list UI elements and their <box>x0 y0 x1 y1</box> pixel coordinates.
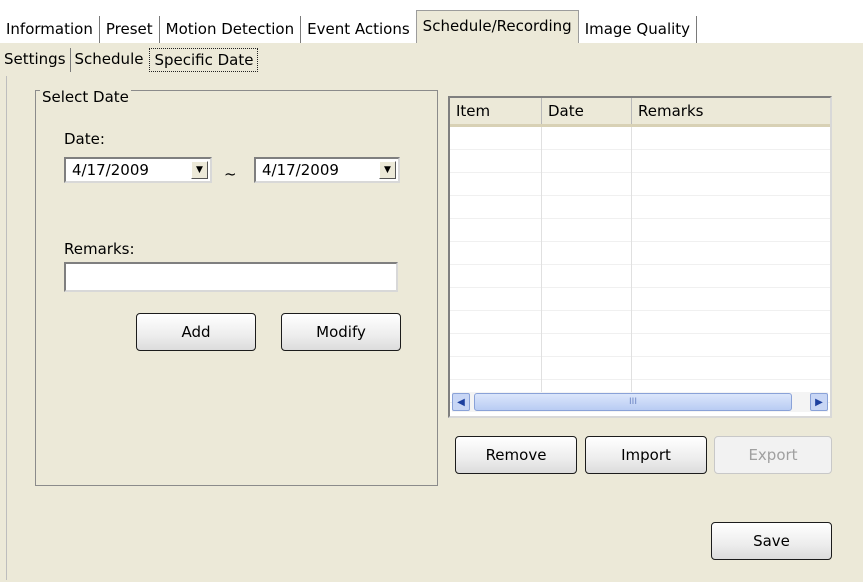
table-row[interactable] <box>450 265 830 288</box>
date-from-value: 4/17/2009 <box>72 161 149 179</box>
table-cell <box>542 357 632 380</box>
sub-tab-bar: Settings Schedule Specific Date <box>0 46 259 74</box>
subtab-specific-date[interactable]: Specific Date <box>149 48 259 72</box>
column-header-item[interactable]: Item <box>450 98 542 124</box>
table-cell <box>632 334 830 357</box>
table-cell <box>450 150 542 173</box>
import-button[interactable]: Import <box>585 436 707 474</box>
table-cell <box>542 173 632 196</box>
table-cell <box>632 127 830 150</box>
remarks-label: Remarks: <box>64 240 135 258</box>
add-button[interactable]: Add <box>136 313 256 351</box>
column-header-date[interactable]: Date <box>542 98 632 124</box>
specific-date-table[interactable]: Item Date Remarks ◀ III ▶ <box>448 96 832 418</box>
date-to-select[interactable]: 4/17/2009 ▼ <box>254 157 400 183</box>
table-row[interactable] <box>450 288 830 311</box>
date-range-separator: ~ <box>224 165 237 183</box>
table-cell <box>450 334 542 357</box>
table-cell <box>542 311 632 334</box>
table-row[interactable] <box>450 357 830 380</box>
table-row[interactable] <box>450 150 830 173</box>
table-cell <box>632 265 830 288</box>
chevron-down-icon[interactable]: ▼ <box>379 161 396 179</box>
table-cell <box>542 242 632 265</box>
horizontal-scrollbar[interactable]: ◀ III ▶ <box>452 392 828 412</box>
table-cell <box>450 242 542 265</box>
date-label: Date: <box>64 130 105 148</box>
table-cell <box>450 288 542 311</box>
modify-button[interactable]: Modify <box>281 313 401 351</box>
select-date-legend: Select Date <box>40 88 131 106</box>
tab-preset[interactable]: Preset <box>100 16 160 44</box>
table-cell <box>450 196 542 219</box>
tab-image-quality[interactable]: Image Quality <box>579 16 698 44</box>
table-cell <box>542 288 632 311</box>
table-row[interactable] <box>450 196 830 219</box>
table-row[interactable] <box>450 127 830 150</box>
date-from-select[interactable]: 4/17/2009 ▼ <box>64 157 212 183</box>
table-body <box>450 127 830 403</box>
table-cell <box>450 311 542 334</box>
scroll-left-icon[interactable]: ◀ <box>452 393 470 411</box>
panel-border <box>6 76 7 580</box>
scroll-right-icon[interactable]: ▶ <box>810 393 828 411</box>
table-cell <box>632 242 830 265</box>
table-row[interactable] <box>450 311 830 334</box>
table-cell <box>632 311 830 334</box>
table-cell <box>632 357 830 380</box>
save-button[interactable]: Save <box>711 522 832 560</box>
table-cell <box>632 196 830 219</box>
table-cell <box>542 334 632 357</box>
main-tab-bar: Information Preset Motion Detection Even… <box>0 10 698 44</box>
tab-motion-detection[interactable]: Motion Detection <box>160 16 302 44</box>
table-cell <box>632 219 830 242</box>
table-cell <box>632 150 830 173</box>
table-row[interactable] <box>450 242 830 265</box>
table-cell <box>450 173 542 196</box>
subtab-settings[interactable]: Settings <box>0 48 71 72</box>
table-row[interactable] <box>450 334 830 357</box>
subtab-schedule[interactable]: Schedule <box>71 48 148 72</box>
table-cell <box>450 357 542 380</box>
remove-button[interactable]: Remove <box>455 436 577 474</box>
table-cell <box>542 196 632 219</box>
chevron-down-icon[interactable]: ▼ <box>191 161 208 179</box>
remarks-input[interactable] <box>64 262 398 292</box>
table-cell <box>450 265 542 288</box>
column-header-remarks[interactable]: Remarks <box>632 98 830 124</box>
table-cell <box>632 288 830 311</box>
table-row[interactable] <box>450 173 830 196</box>
date-to-value: 4/17/2009 <box>262 161 339 179</box>
table-cell <box>450 127 542 150</box>
table-cell <box>542 150 632 173</box>
table-cell <box>632 173 830 196</box>
table-header: Item Date Remarks <box>450 98 830 127</box>
table-cell <box>542 219 632 242</box>
scrollbar-thumb[interactable]: III <box>474 393 792 411</box>
tab-information[interactable]: Information <box>0 16 100 44</box>
table-cell <box>450 219 542 242</box>
tab-event-actions[interactable]: Event Actions <box>301 16 416 44</box>
table-row[interactable] <box>450 219 830 242</box>
tab-schedule-recording[interactable]: Schedule/Recording <box>415 10 579 44</box>
table-cell <box>542 127 632 150</box>
export-button: Export <box>714 436 832 474</box>
table-cell <box>542 265 632 288</box>
